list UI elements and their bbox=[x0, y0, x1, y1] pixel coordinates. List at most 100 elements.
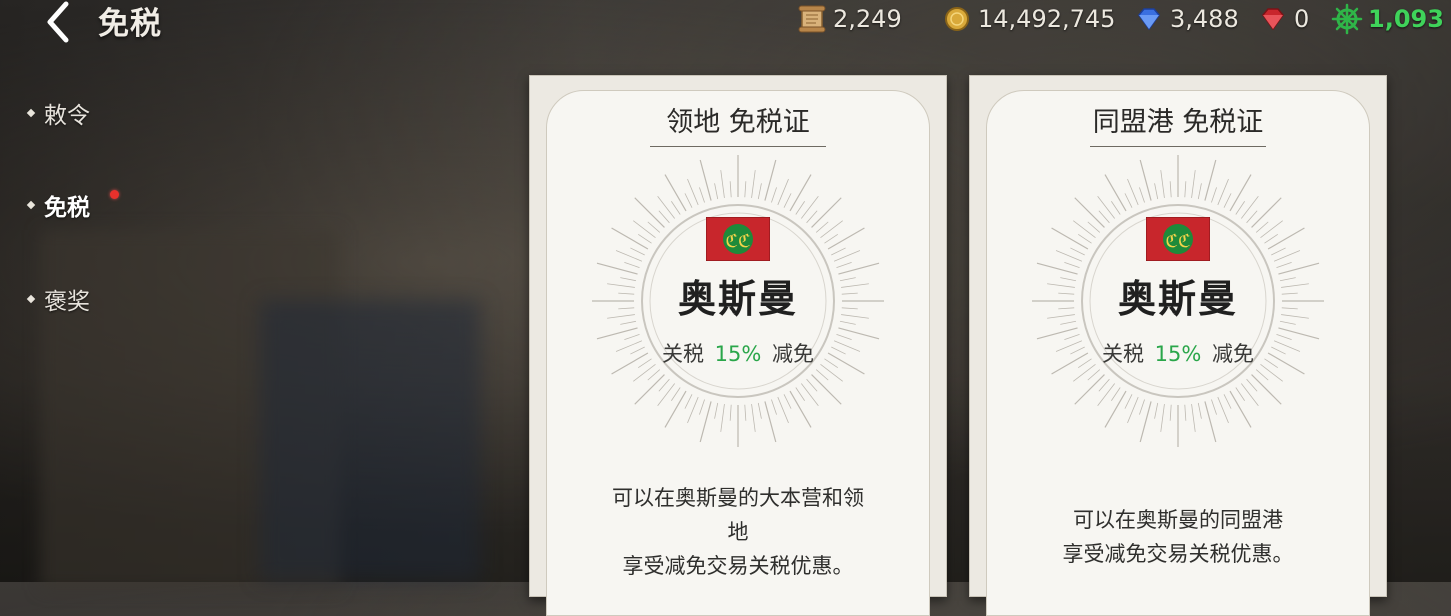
sidebar-item-tax-exemption[interactable]: 免税 bbox=[26, 188, 90, 222]
resource-value: 14,492,745 bbox=[978, 5, 1116, 33]
seal-ray bbox=[1246, 210, 1258, 224]
sidebar-item-reward[interactable]: 褒奖 bbox=[26, 282, 90, 316]
seal-ray bbox=[1160, 404, 1165, 432]
seal-ray bbox=[836, 262, 852, 268]
seal-ray bbox=[789, 390, 812, 428]
seal-ray bbox=[1087, 221, 1101, 233]
seal-ray bbox=[1235, 201, 1246, 215]
resource-scrolls[interactable]: 2,249 bbox=[795, 4, 902, 34]
bullet-icon bbox=[26, 108, 36, 118]
seal-ray bbox=[1087, 369, 1101, 381]
seal-ray bbox=[744, 404, 747, 421]
tax-prefix: 关税 bbox=[661, 342, 704, 366]
svg-text:ℭℭ: ℭℭ bbox=[1165, 231, 1190, 252]
tax-suffix: 减免 bbox=[1212, 342, 1255, 366]
blue-gem-icon bbox=[1132, 4, 1166, 34]
seal-ray bbox=[1097, 196, 1116, 219]
card-title: 同盟港 免税证 bbox=[1092, 107, 1264, 138]
resource-blue-gems[interactable]: 3,488 bbox=[1132, 4, 1239, 34]
seal-ray bbox=[630, 247, 645, 256]
sidebar-item-label: 敕令 bbox=[44, 103, 90, 129]
tax-certificate-card-allied-port[interactable]: 同盟港 免税证 ℭℭ 奥斯曼 关税 15% 减免 可以在奥斯曼的同盟港 享受减免… bbox=[969, 75, 1387, 616]
seal-ray bbox=[1169, 404, 1172, 421]
seal-ray bbox=[795, 201, 806, 215]
ottoman-flag-icon: ℭℭ bbox=[1146, 217, 1210, 261]
seal-ray bbox=[729, 404, 732, 421]
seal-ray bbox=[1223, 193, 1232, 208]
card-title: 领地 免税证 bbox=[666, 107, 810, 138]
seal-ray bbox=[1276, 262, 1292, 268]
seal-ray bbox=[783, 193, 792, 208]
country-name: 奥斯曼 bbox=[1117, 277, 1238, 321]
back-button[interactable] bbox=[38, 0, 82, 44]
seal-ray bbox=[1078, 233, 1092, 244]
seal-ray bbox=[1240, 196, 1259, 219]
resource-value: 2,249 bbox=[833, 5, 902, 33]
seal-ray bbox=[806, 210, 818, 224]
resource-ship-wheel[interactable]: 1,093 bbox=[1330, 3, 1444, 35]
seal-ray bbox=[815, 221, 829, 233]
seal-ray bbox=[1246, 378, 1258, 392]
seal-ray bbox=[1229, 174, 1252, 212]
seal-ray bbox=[1197, 402, 1202, 419]
tax-certificate-card-territory[interactable]: 领地 免税证 ℭℭ 奥斯曼 关税 15% 减免 可以在奥斯曼的大本营和领 地 享… bbox=[529, 75, 947, 616]
tax-percent: 15% bbox=[1154, 342, 1202, 366]
description-line: 享受减免交易关税优惠。 bbox=[622, 554, 854, 578]
seal-ray bbox=[744, 181, 747, 198]
seal-ray bbox=[1124, 193, 1133, 208]
seal-ray bbox=[720, 170, 725, 198]
sidebar-item-edict[interactable]: 敕令 bbox=[26, 96, 90, 130]
country-name: 奥斯曼 bbox=[677, 277, 798, 321]
seal-ray bbox=[824, 233, 838, 244]
seal-ray bbox=[670, 387, 681, 401]
seal-ray bbox=[771, 187, 777, 203]
seal-ray bbox=[1073, 220, 1096, 239]
seal-ray bbox=[664, 390, 687, 428]
seal-ray bbox=[684, 193, 693, 208]
seal-ray bbox=[751, 170, 756, 198]
seal-ray bbox=[800, 383, 819, 406]
resource-value: 1,093 bbox=[1368, 5, 1444, 33]
seal-ray bbox=[815, 369, 829, 381]
resource-gold[interactable]: 14,492,745 bbox=[940, 4, 1115, 34]
seal-ray bbox=[1211, 187, 1217, 203]
seal-ray bbox=[670, 201, 681, 215]
seal-ray bbox=[1235, 387, 1246, 401]
background-scenery bbox=[260, 300, 480, 580]
seal-ray bbox=[1255, 369, 1269, 381]
seal-ray bbox=[647, 369, 661, 381]
seal-ray bbox=[664, 174, 687, 212]
seal-ray bbox=[658, 378, 670, 392]
back-chevron-icon bbox=[47, 1, 69, 43]
tax-suffix: 减免 bbox=[772, 342, 815, 366]
seal-ray bbox=[806, 378, 818, 392]
gold-coin-icon bbox=[940, 4, 974, 34]
seal-ray bbox=[1184, 181, 1187, 198]
page-title: 免税 bbox=[98, 6, 162, 42]
tax-prefix: 关税 bbox=[1101, 342, 1144, 366]
svg-text:ℭℭ: ℭℭ bbox=[725, 231, 750, 252]
seal-ray bbox=[1223, 394, 1232, 409]
description-line: 享受减免交易关税优惠。 bbox=[1062, 542, 1294, 566]
seal-ray bbox=[1064, 262, 1080, 268]
seal-ray bbox=[1051, 227, 1089, 250]
resource-red-gems[interactable]: 0 bbox=[1256, 4, 1309, 34]
seal-ray bbox=[714, 402, 719, 419]
seal-ray bbox=[638, 233, 652, 244]
divider bbox=[1090, 146, 1266, 147]
seal-ray bbox=[729, 181, 732, 198]
description-line: 可以在奥斯曼的同盟港 bbox=[1073, 508, 1283, 532]
seal-ray bbox=[1260, 220, 1283, 239]
seal-ray bbox=[1191, 170, 1196, 198]
seal-ray bbox=[800, 196, 819, 219]
seal-ray bbox=[1197, 183, 1202, 200]
seal-ray bbox=[1240, 383, 1259, 406]
notification-dot bbox=[110, 190, 119, 199]
seal-ray bbox=[1097, 383, 1116, 406]
seal-ray bbox=[1191, 404, 1196, 432]
seal-ray bbox=[795, 387, 806, 401]
bullet-icon bbox=[26, 200, 36, 210]
seal-ray bbox=[783, 394, 792, 409]
seal-ray bbox=[657, 196, 676, 219]
divider bbox=[650, 146, 826, 147]
